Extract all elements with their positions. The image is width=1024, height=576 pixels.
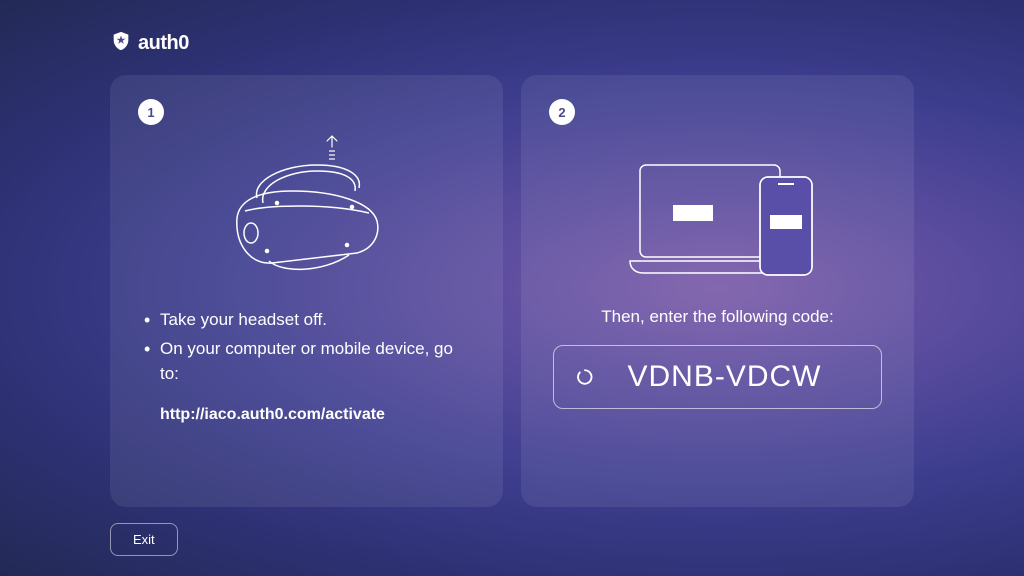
step-2-instruction: Then, enter the following code: [549, 307, 886, 327]
step-1-instructions: Take your headset off. On your computer … [138, 307, 475, 427]
step-1-card: 1 [110, 75, 503, 507]
auth0-shield-icon [110, 30, 132, 57]
instruction-item-1: Take your headset off. [142, 307, 475, 333]
svg-text:2846: 2846 [681, 209, 704, 218]
activation-code: VDNB-VDCW [590, 360, 859, 394]
arrow-up-icon [327, 136, 337, 159]
vr-headset-icon [236, 165, 377, 269]
brand-logo: auth0 [110, 30, 914, 57]
devices-illustration: 2846 2846 [549, 133, 886, 293]
exit-button[interactable]: Exit [110, 523, 178, 556]
step-2-card: 2 2846 2846 [521, 75, 914, 507]
activation-url: http://iaco.auth0.com/activate [138, 403, 475, 427]
instruction-item-2: On your computer or mobile device, go to… [142, 336, 475, 387]
vr-headset-illustration [138, 133, 475, 293]
brand-name: auth0 [138, 32, 189, 55]
step-1-badge: 1 [138, 99, 164, 125]
step-2-badge: 2 [549, 99, 575, 125]
svg-text:2846: 2846 [774, 218, 797, 227]
activation-code-box: VDNB-VDCW [553, 345, 882, 409]
phone-icon: 2846 [760, 177, 812, 275]
